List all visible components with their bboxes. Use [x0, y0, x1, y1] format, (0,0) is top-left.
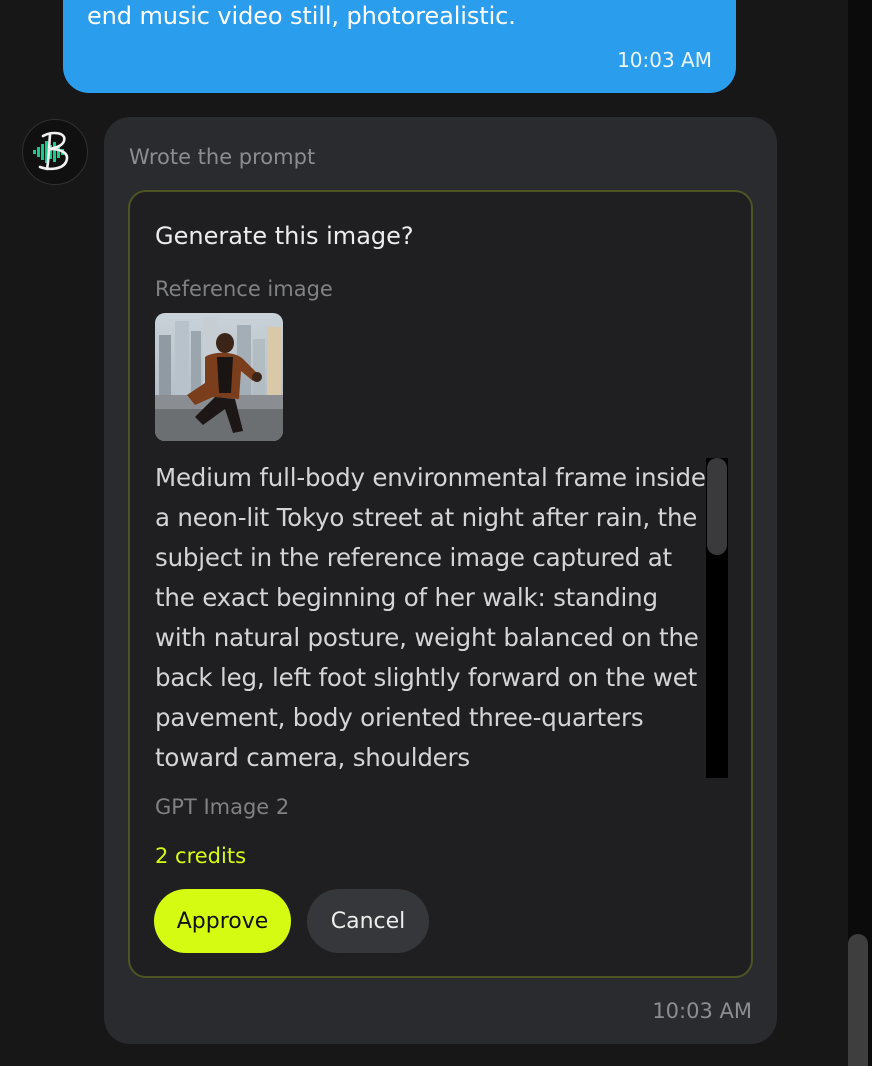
chat-thread: end music video still, photorealistic. 1…: [0, 0, 848, 1066]
page-scrollbar[interactable]: [848, 0, 872, 1066]
user-message-time: 10:03 AM: [617, 48, 712, 72]
prompt-scrollbar-thumb[interactable]: [707, 458, 727, 555]
prompt-text-scroll-area[interactable]: Medium full-body environmental frame ins…: [155, 458, 730, 778]
reference-image-thumbnail[interactable]: [155, 313, 283, 441]
assistant-message-time: 10:03 AM: [652, 999, 752, 1023]
prompt-scrollbar[interactable]: [706, 458, 728, 778]
prompt-text: Medium full-body environmental frame ins…: [155, 463, 706, 772]
assistant-avatar: [22, 119, 88, 185]
b-logo-icon: [33, 131, 69, 171]
credits-cost: 2 credits: [155, 844, 247, 868]
assistant-message-card: Wrote the prompt Generate this image? Re…: [104, 117, 777, 1044]
model-name: GPT Image 2: [155, 795, 290, 819]
user-message-text: end music video still, photorealistic.: [87, 2, 516, 30]
approval-title: Generate this image?: [155, 222, 414, 250]
cancel-button[interactable]: Cancel: [307, 889, 429, 953]
approve-button[interactable]: Approve: [154, 889, 291, 953]
user-message-bubble: end music video still, photorealistic. 1…: [63, 0, 736, 93]
page-scrollbar-thumb[interactable]: [848, 934, 868, 1066]
image-generation-approval-panel: Generate this image? Reference image Med…: [128, 190, 753, 978]
assistant-status-text: Wrote the prompt: [129, 145, 316, 169]
reference-image-label: Reference image: [155, 277, 333, 301]
